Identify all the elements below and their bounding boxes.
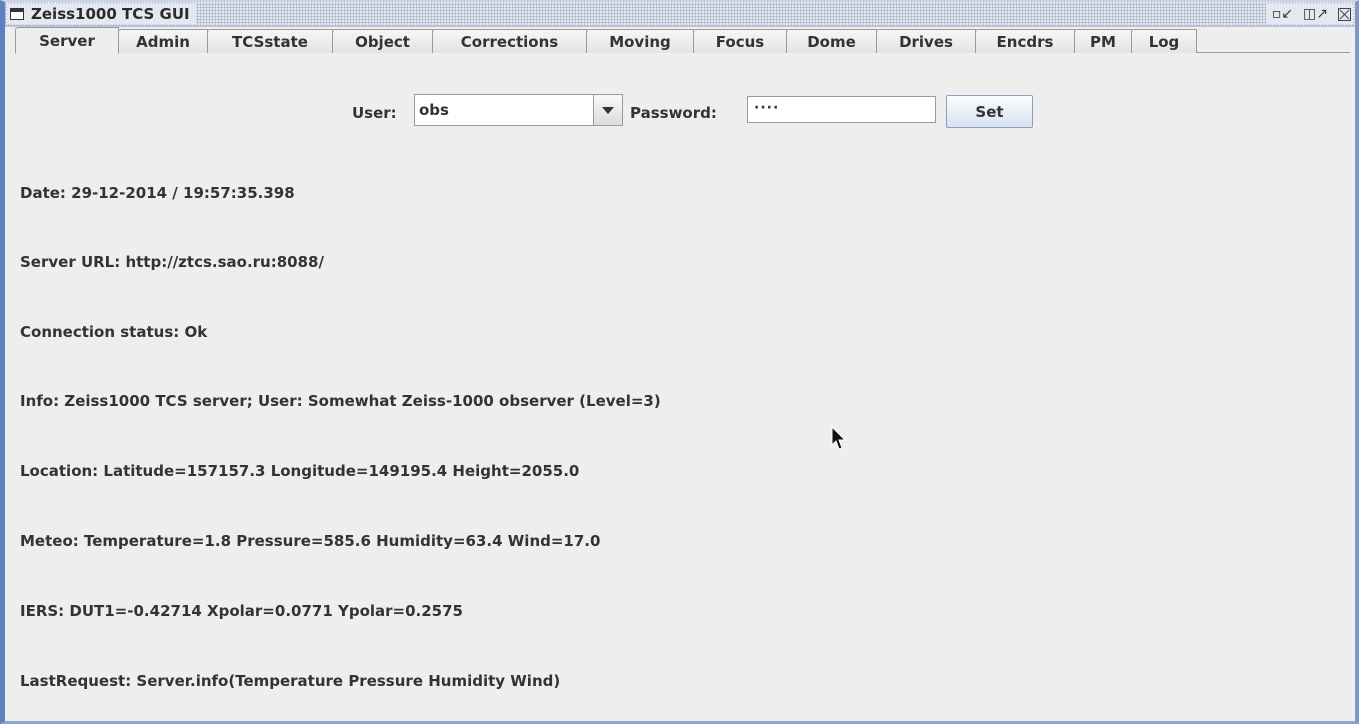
tab-drives[interactable]: Drives xyxy=(876,29,976,53)
tab-label: TCSstate xyxy=(232,32,308,51)
window-controls: ▫↙ ◫↗ xyxy=(1265,4,1353,24)
tab-tcsstate[interactable]: TCSstate xyxy=(207,29,333,53)
window-title: Zeiss1000 TCS GUI xyxy=(31,5,190,23)
tab-label: Corrections xyxy=(460,32,559,51)
title-bar[interactable]: Zeiss1000 TCS GUI ▫↙ ◫↗ xyxy=(5,2,1355,27)
last-request-line: LastRequest: Server.info(Temperature Pre… xyxy=(20,672,561,690)
tab-label: Object xyxy=(355,32,410,51)
password-field[interactable]: ···· xyxy=(747,96,936,123)
tab-label: Encdrs xyxy=(996,32,1054,51)
tab-label: Moving xyxy=(609,32,671,51)
login-row: User: obs Password: ···· Set xyxy=(5,94,1355,130)
tab-server[interactable]: Server xyxy=(15,27,119,54)
user-value[interactable]: obs xyxy=(415,95,593,125)
maximize-icon[interactable]: ◫↗ xyxy=(1303,6,1328,22)
iers-line: IERS: DUT1=-0.42714 Xpolar=0.0771 Ypolar… xyxy=(20,602,463,620)
info-line: Info: Zeiss1000 TCS server; User: Somewh… xyxy=(20,392,661,410)
tab-label: Drives xyxy=(899,32,953,51)
tab-label: Admin xyxy=(136,32,190,51)
location-line: Location: Latitude=157157.3 Longitude=14… xyxy=(20,462,580,480)
tab-moving[interactable]: Moving xyxy=(586,29,694,53)
tab-corrections[interactable]: Corrections xyxy=(432,29,587,53)
tab-focus[interactable]: Focus xyxy=(693,29,787,53)
minimize-icon[interactable]: ▫↙ xyxy=(1272,6,1293,22)
tab-bar: Server Admin TCSstate Object Corrections… xyxy=(15,27,1197,54)
tab-encdrs[interactable]: Encdrs xyxy=(975,29,1075,53)
tab-label: Log xyxy=(1148,32,1180,51)
tab-object[interactable]: Object xyxy=(332,29,433,53)
title-group: Zeiss1000 TCS GUI xyxy=(7,4,196,24)
window-icon[interactable] xyxy=(10,8,24,20)
tab-admin[interactable]: Admin xyxy=(118,29,208,53)
chevron-down-icon[interactable] xyxy=(593,95,622,125)
server-url-line: Server URL: http://ztcs.sao.ru:8088/ xyxy=(20,253,324,271)
password-label: Password: xyxy=(630,104,717,122)
connection-status-line: Connection status: Ok xyxy=(20,323,208,341)
date-line: Date: 29-12-2014 / 19:57:35.398 xyxy=(20,184,295,202)
tab-dome[interactable]: Dome xyxy=(786,29,877,53)
user-label: User: xyxy=(352,104,397,122)
close-icon[interactable] xyxy=(1338,7,1351,21)
meteo-line: Meteo: Temperature=1.8 Pressure=585.6 Hu… xyxy=(20,532,601,550)
tab-label: Focus xyxy=(715,32,765,51)
tab-log[interactable]: Log xyxy=(1131,29,1197,53)
tab-pm[interactable]: PM xyxy=(1074,29,1132,53)
tab-label: Server xyxy=(39,31,95,50)
app-window: Zeiss1000 TCS GUI ▫↙ ◫↗ Server Admin TCS… xyxy=(0,0,1359,724)
mouse-pointer-icon xyxy=(831,426,847,450)
user-combobox[interactable]: obs xyxy=(414,94,623,126)
tab-label: PM xyxy=(1090,32,1116,51)
set-button[interactable]: Set xyxy=(946,95,1033,128)
tab-label: Dome xyxy=(807,32,856,51)
